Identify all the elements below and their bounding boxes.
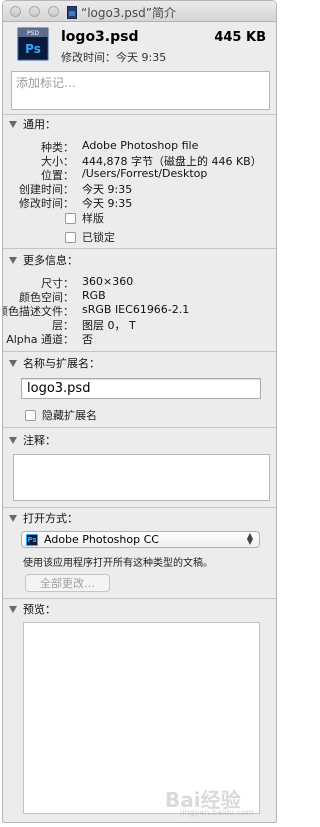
window-title: “logo3.psd”简介 [81, 6, 177, 20]
section-preview-title: 预览： [23, 603, 56, 616]
change-all-button[interactable]: 全部更改… [25, 574, 110, 592]
zoom-button[interactable] [48, 6, 59, 17]
file-header: PSD Ps logo3.psd 445 KB 修改时间： 今天 9:35 [3, 23, 276, 67]
divider [3, 427, 276, 428]
modified-row-label: 修改时间： [19, 197, 74, 210]
disclosure-triangle-icon[interactable] [9, 359, 17, 367]
hide-extension-checkbox[interactable] [25, 409, 36, 421]
divider [3, 598, 276, 599]
stationery-label: 样版 [82, 212, 104, 225]
section-more-info-title: 更多信息： [23, 254, 78, 267]
dimensions-value: 360×360 [82, 275, 134, 288]
section-general-header[interactable]: 通用： [9, 117, 56, 131]
disclosure-triangle-icon[interactable] [9, 256, 17, 264]
section-preview-header[interactable]: 预览： [9, 602, 56, 616]
section-open-with-header[interactable]: 打开方式： [9, 511, 78, 525]
section-more-info-header[interactable]: 更多信息： [9, 253, 78, 267]
comments-textarea[interactable] [13, 454, 270, 501]
section-general-title: 通用： [23, 118, 56, 131]
stationery-checkbox-row[interactable]: 样版 [65, 210, 104, 226]
file-size: 445 KB [214, 30, 266, 45]
section-open-with-title: 打开方式： [23, 512, 78, 525]
hide-extension-label: 隐藏扩展名 [42, 409, 97, 422]
disclosure-triangle-icon[interactable] [9, 605, 17, 613]
document-icon [67, 6, 77, 19]
locked-checkbox[interactable] [65, 231, 76, 243]
disclosure-triangle-icon[interactable] [9, 120, 17, 128]
stationery-checkbox[interactable] [65, 212, 76, 224]
color-space-value: RGB [82, 289, 106, 302]
locked-label: 已锁定 [82, 231, 115, 244]
modified-value: 今天 9:35 [116, 51, 167, 64]
divider [3, 248, 276, 249]
name-input[interactable] [22, 379, 260, 398]
divider [3, 507, 276, 508]
name-field[interactable] [21, 378, 261, 399]
kind-value: Adobe Photoshop file [82, 139, 199, 152]
section-name-title: 名称与扩展名： [23, 357, 100, 370]
disclosure-triangle-icon[interactable] [9, 436, 17, 444]
location-value: /Users/Forrest/Desktop [82, 167, 208, 180]
psd-icon-label: Ps [25, 42, 41, 56]
modified-label: 修改时间： [61, 51, 116, 64]
disclosure-triangle-icon[interactable] [9, 514, 17, 522]
close-button[interactable] [10, 6, 21, 17]
photoshop-app-icon: Ps [26, 533, 38, 546]
baidu-watermark-url: jingyan.baidu.com [180, 808, 254, 817]
open-with-select[interactable]: Ps Adobe Photoshop CC ▲ ▼ [21, 531, 260, 548]
divider [3, 351, 276, 352]
info-window: “logo3.psd”简介 PSD Ps logo3.psd 445 KB 修改… [2, 0, 277, 823]
psd-icon-tag: PSD [27, 30, 39, 37]
color-profile-value: sRGB IEC61966-2.1 [82, 303, 190, 316]
section-name-header[interactable]: 名称与扩展名： [9, 356, 100, 370]
psd-file-icon: PSD Ps [17, 27, 49, 61]
open-with-description: 使用该应用程序打开所有这种类型的文稿。 [23, 558, 213, 569]
hide-extension-row[interactable]: 隐藏扩展名 [25, 407, 97, 423]
open-with-app-name: Adobe Photoshop CC [44, 533, 159, 546]
title-bar[interactable]: “logo3.psd”简介 [3, 1, 276, 22]
alpha-label: Alpha 通道： [6, 333, 74, 346]
section-comments-title: 注释： [23, 434, 56, 447]
section-comments-header[interactable]: 注释： [9, 433, 56, 447]
tags-field[interactable] [11, 71, 270, 110]
divider [3, 114, 276, 115]
alpha-value: 否 [82, 333, 93, 346]
minimize-button[interactable] [29, 6, 40, 17]
modified-row-value: 今天 9:35 [82, 197, 133, 210]
select-arrows-icon: ▲ ▼ [246, 531, 253, 546]
file-name: logo3.psd [61, 29, 139, 45]
locked-checkbox-row[interactable]: 已锁定 [65, 229, 115, 245]
tags-input[interactable] [12, 72, 269, 94]
